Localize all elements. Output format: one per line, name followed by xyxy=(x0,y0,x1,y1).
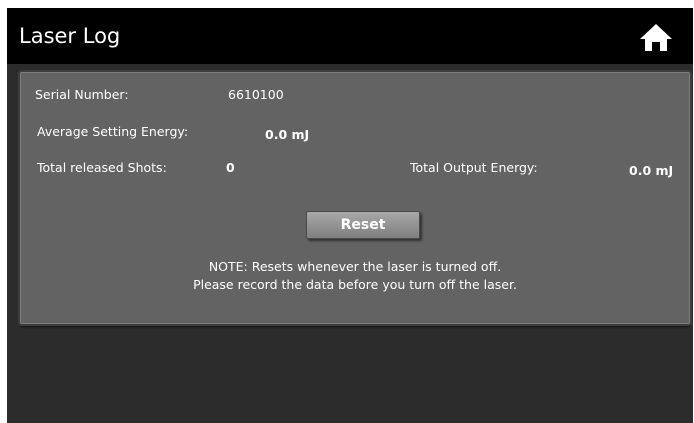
serial-number-label: Serial Number: xyxy=(35,87,129,102)
total-released-shots-label: Total released Shots: xyxy=(37,160,167,175)
title-bar: Laser Log xyxy=(7,8,693,64)
serial-number-value: 6610100 xyxy=(228,87,284,102)
total-released-shots-value: 0 xyxy=(226,160,235,175)
total-output-energy-value: 0.0 mJ xyxy=(629,163,674,178)
total-output-energy-label: Total Output Energy: xyxy=(410,160,538,175)
page-title: Laser Log xyxy=(19,24,121,48)
laser-log-panel: Serial Number: 6610100 Average Setting E… xyxy=(20,72,690,324)
average-setting-energy-value: 0.0 mJ xyxy=(265,127,310,142)
laser-log-screen: Laser Log Serial Number: 6610100 Average… xyxy=(7,8,693,423)
note-line-1: NOTE: Resets whenever the laser is turne… xyxy=(208,259,502,274)
note-line-2: Please record the data before you turn o… xyxy=(193,277,517,292)
home-icon[interactable] xyxy=(639,22,673,52)
reset-button[interactable]: Reset xyxy=(306,211,420,239)
average-setting-energy-label: Average Setting Energy: xyxy=(37,124,189,139)
